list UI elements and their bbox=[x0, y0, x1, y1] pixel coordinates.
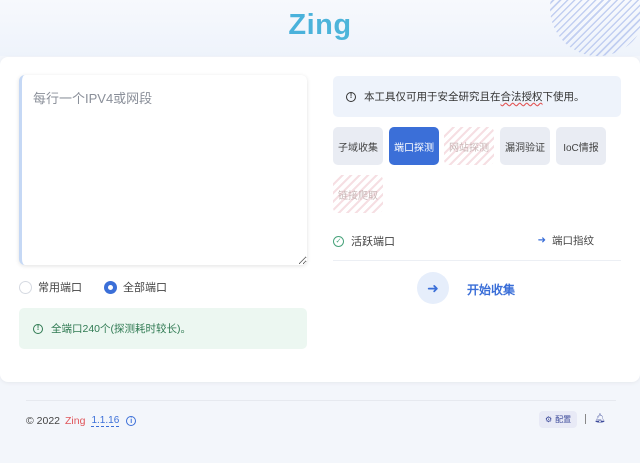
module-port-scan[interactable]: 端口探测 bbox=[389, 127, 439, 165]
port-info-note: ! 全端口240个(探测耗时较长)。 bbox=[19, 308, 307, 349]
start-button[interactable]: ➜ bbox=[417, 272, 449, 304]
gear-icon: ⚙ bbox=[545, 415, 553, 424]
port-scope-radios: 常用端口 全部端口 bbox=[19, 279, 189, 295]
notice-highlight: 合法授权 bbox=[500, 91, 543, 103]
module-label: 链接爬取 bbox=[338, 190, 378, 202]
module-link-crawl: 链接爬取 bbox=[333, 175, 383, 213]
arrow-right-icon: ➜ bbox=[427, 279, 439, 296]
active-ports-label: 活跃端口 bbox=[351, 236, 395, 248]
info-icon: ! bbox=[33, 323, 43, 334]
check-icon: ✓ bbox=[333, 235, 344, 247]
radio-common-ports[interactable]: 常用端口 bbox=[19, 279, 82, 295]
footer-separator bbox=[585, 414, 586, 424]
radio-indicator bbox=[19, 280, 32, 294]
module-label: 漏洞验证 bbox=[505, 142, 545, 154]
fingerprint-label: 端口指纹 bbox=[552, 235, 594, 247]
legal-notice: ! 本工具仅可用于安全研究且在 合法授权 下使用。 bbox=[333, 76, 621, 117]
module-web-probe: 网站探测 bbox=[444, 127, 494, 165]
module-ioc-intel[interactable]: IoC情报 bbox=[556, 127, 606, 165]
module-subdomain[interactable]: 子域收集 bbox=[333, 127, 383, 165]
bell-icon[interactable]: 🔔︎ bbox=[594, 413, 605, 424]
version-link[interactable]: 1.1.16 bbox=[91, 415, 120, 427]
start-label[interactable]: 开始收集 bbox=[467, 281, 515, 298]
active-ports-option[interactable]: ✓ 活跃端口 ➜ 端口指纹 bbox=[333, 233, 621, 249]
radio-label: 常用端口 bbox=[38, 282, 82, 294]
target-input-box bbox=[19, 75, 307, 265]
config-label: 配置 bbox=[555, 415, 572, 424]
port-info-text: 全端口240个(探测耗时较长)。 bbox=[51, 323, 192, 335]
footer-copyright: © 2022 Zing 1.1.16 i bbox=[26, 415, 137, 427]
info-icon: ! bbox=[346, 91, 356, 102]
arrow-right-icon: ➜ bbox=[537, 235, 546, 246]
module-label: 网站探测 bbox=[449, 142, 489, 154]
module-label: IoC情报 bbox=[563, 142, 599, 154]
notice-suffix: 下使用。 bbox=[542, 91, 585, 103]
config-button[interactable]: ⚙ 配置 bbox=[539, 411, 578, 428]
module-vuln-verify[interactable]: 漏洞验证 bbox=[500, 127, 550, 165]
footer-brand: Zing bbox=[65, 415, 86, 427]
header: Zing bbox=[0, 0, 640, 56]
divider bbox=[333, 260, 621, 261]
copyright-text: © 2022 bbox=[26, 415, 61, 427]
footer-divider bbox=[26, 400, 616, 401]
module-label: 端口探测 bbox=[394, 142, 434, 154]
port-fingerprint-link[interactable]: ➜ 端口指纹 bbox=[538, 233, 594, 248]
info-icon[interactable]: i bbox=[126, 416, 137, 426]
radio-label: 全部端口 bbox=[123, 282, 167, 294]
notice-prefix: 本工具仅可用于安全研究且在 bbox=[364, 91, 501, 103]
radio-all-ports[interactable]: 全部端口 bbox=[104, 279, 167, 295]
app-logo: Zing bbox=[0, 9, 640, 42]
module-label: 子域收集 bbox=[338, 142, 378, 154]
target-input[interactable] bbox=[22, 75, 307, 265]
radio-indicator bbox=[104, 280, 117, 294]
